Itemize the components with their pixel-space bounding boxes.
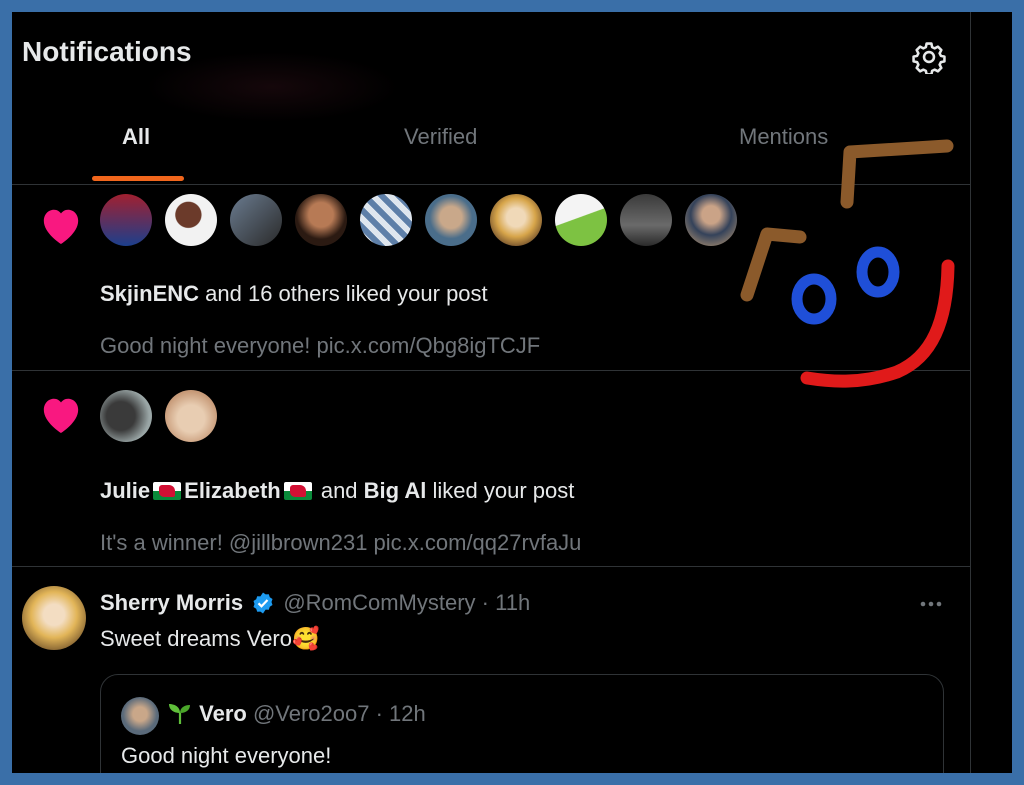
notification-like-1[interactable]: SkjinENC and 16 others liked your post G… [12,184,970,371]
avatar[interactable] [360,194,412,246]
wales-flag-icon [153,482,182,500]
actor-name[interactable]: Julie [100,478,150,503]
scrollbar[interactable] [971,12,1012,773]
avatar[interactable] [100,390,152,442]
notifications-column: Notifications All Verified Mentions Skji… [12,12,971,773]
verified-badge-icon [253,592,273,614]
actor-name[interactable]: SkjinENC [100,281,199,306]
avatar[interactable] [165,390,217,442]
notification-action: and 16 others liked your post [199,281,488,306]
active-tab-indicator [92,176,184,181]
avatar[interactable] [425,194,477,246]
notification-action: liked your post [426,478,575,503]
smiling-face-with-hearts-emoji: 🥰 [291,626,320,651]
avatar[interactable] [555,194,607,246]
author-name[interactable]: Sherry Morris [100,590,243,615]
notifications-header: Notifications All Verified Mentions [12,12,970,185]
heart-icon [43,209,79,245]
avatar[interactable] [165,194,217,246]
avatar[interactable] [490,194,542,246]
actor-name[interactable]: Elizabeth [184,478,281,503]
heart-icon [43,398,79,434]
gear-icon[interactable] [912,40,946,74]
reply-text: Sweet dreams Vero🥰 [100,626,320,651]
notification-text: SkjinENC and 16 others liked your post [100,281,488,307]
quoted-post-text: Good night everyone! [121,743,332,768]
quoted-post-time[interactable]: · 12h [376,701,426,726]
avatar[interactable] [295,194,347,246]
page-title: Notifications [22,36,192,67]
reply-header: Sherry Morris @RomComMystery · 11h [100,590,530,616]
avatar[interactable] [620,194,672,246]
quote-header: Vero @Vero2oo7 · 12h [167,701,426,727]
avatar[interactable] [22,586,86,650]
notification-like-2[interactable]: Julie Elizabeth and Big Al liked your pos… [12,370,970,567]
avatar[interactable] [100,194,152,246]
quoted-author-name[interactable]: Vero [199,701,247,726]
avatar[interactable] [685,194,737,246]
notification-text: Julie Elizabeth and Big Al liked your pos… [100,478,575,503]
wales-flag-icon [283,482,312,500]
tab-verified[interactable]: Verified [404,124,477,150]
quoted-post[interactable]: Vero @Vero2oo7 · 12h Good night everyone… [100,674,944,773]
post-preview[interactable]: Good night everyone! pic.x.com/Qbg8igTCJ… [100,333,540,359]
more-options-icon[interactable] [916,594,946,614]
tab-mentions[interactable]: Mentions [739,124,828,150]
tab-all[interactable]: All [122,124,150,150]
post-preview[interactable]: It's a winner! @jillbrown231 pic.x.com/q… [100,530,581,556]
seedling-icon [169,704,190,724]
avatar[interactable] [121,697,159,735]
actor-name[interactable]: Big Al [364,478,427,503]
app-frame: Notifications All Verified Mentions Skji… [12,12,1012,773]
quoted-author-handle[interactable]: @Vero2oo7 [253,701,370,726]
post-time[interactable]: · 11h [482,590,531,615]
avatar[interactable] [230,194,282,246]
author-handle[interactable]: @RomComMystery [283,590,475,615]
